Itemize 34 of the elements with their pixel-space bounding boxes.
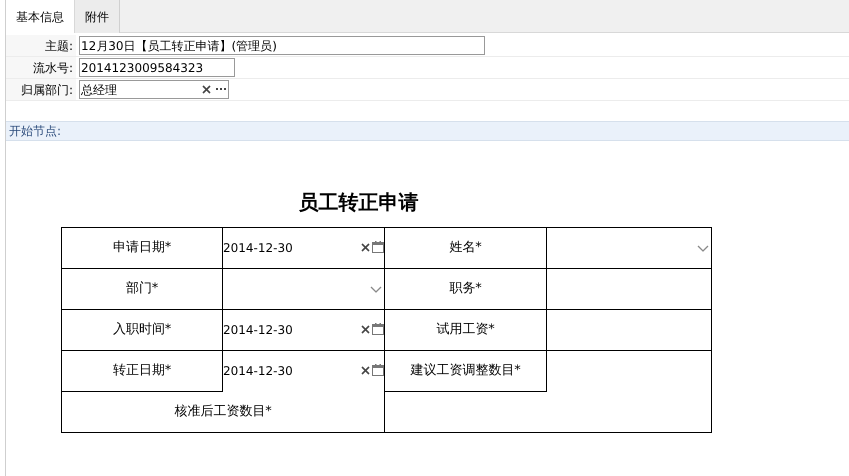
field-label: 入职时间* — [62, 310, 223, 351]
clear-icon[interactable] — [202, 85, 211, 94]
field-label: 核准后工资数目* — [62, 392, 385, 433]
field-label: 职务* — [385, 269, 547, 310]
clear-icon[interactable] — [361, 242, 370, 252]
field-label: 申请日期* — [62, 228, 223, 269]
field-label: 转正日期* — [62, 351, 223, 392]
calendar-icon[interactable] — [372, 323, 384, 335]
clear-icon[interactable] — [361, 324, 370, 334]
chevron-down-icon[interactable] — [697, 244, 709, 252]
select-field[interactable] — [547, 228, 712, 269]
more-icon[interactable] — [216, 88, 226, 91]
field-label: 建议工资调整数目* — [385, 351, 547, 392]
text-field[interactable]: 2014123009584323 — [79, 58, 235, 77]
calendar-icon[interactable] — [372, 364, 384, 376]
field-label: 部门* — [62, 269, 223, 310]
form-title: 员工转正申请 — [298, 189, 418, 216]
field-label: 主题: — [6, 35, 76, 56]
field-label: 归属部门: — [6, 79, 76, 100]
field-label: 试用工资* — [385, 310, 547, 351]
date-field[interactable]: 2014-12-30 — [223, 310, 385, 351]
date-field[interactable]: 2014-12-30 — [223, 351, 385, 392]
section-label: 开始节点: — [9, 123, 62, 140]
tab[interactable]: 基本信息 — [6, 0, 75, 33]
field-label: 姓名* — [385, 228, 547, 269]
clear-icon[interactable] — [361, 366, 370, 374]
date-field[interactable]: 2014-12-30 — [223, 228, 385, 269]
text-field[interactable]: 12月30日【员工转正申请】(管理员) — [79, 36, 485, 55]
tab[interactable]: 附件 — [75, 0, 120, 33]
field-label: 流水号: — [6, 57, 76, 78]
select-field[interactable] — [223, 269, 385, 310]
chevron-down-icon[interactable] — [370, 286, 382, 292]
calendar-icon[interactable] — [372, 241, 384, 253]
picker-field[interactable]: 总经理 — [79, 80, 229, 99]
